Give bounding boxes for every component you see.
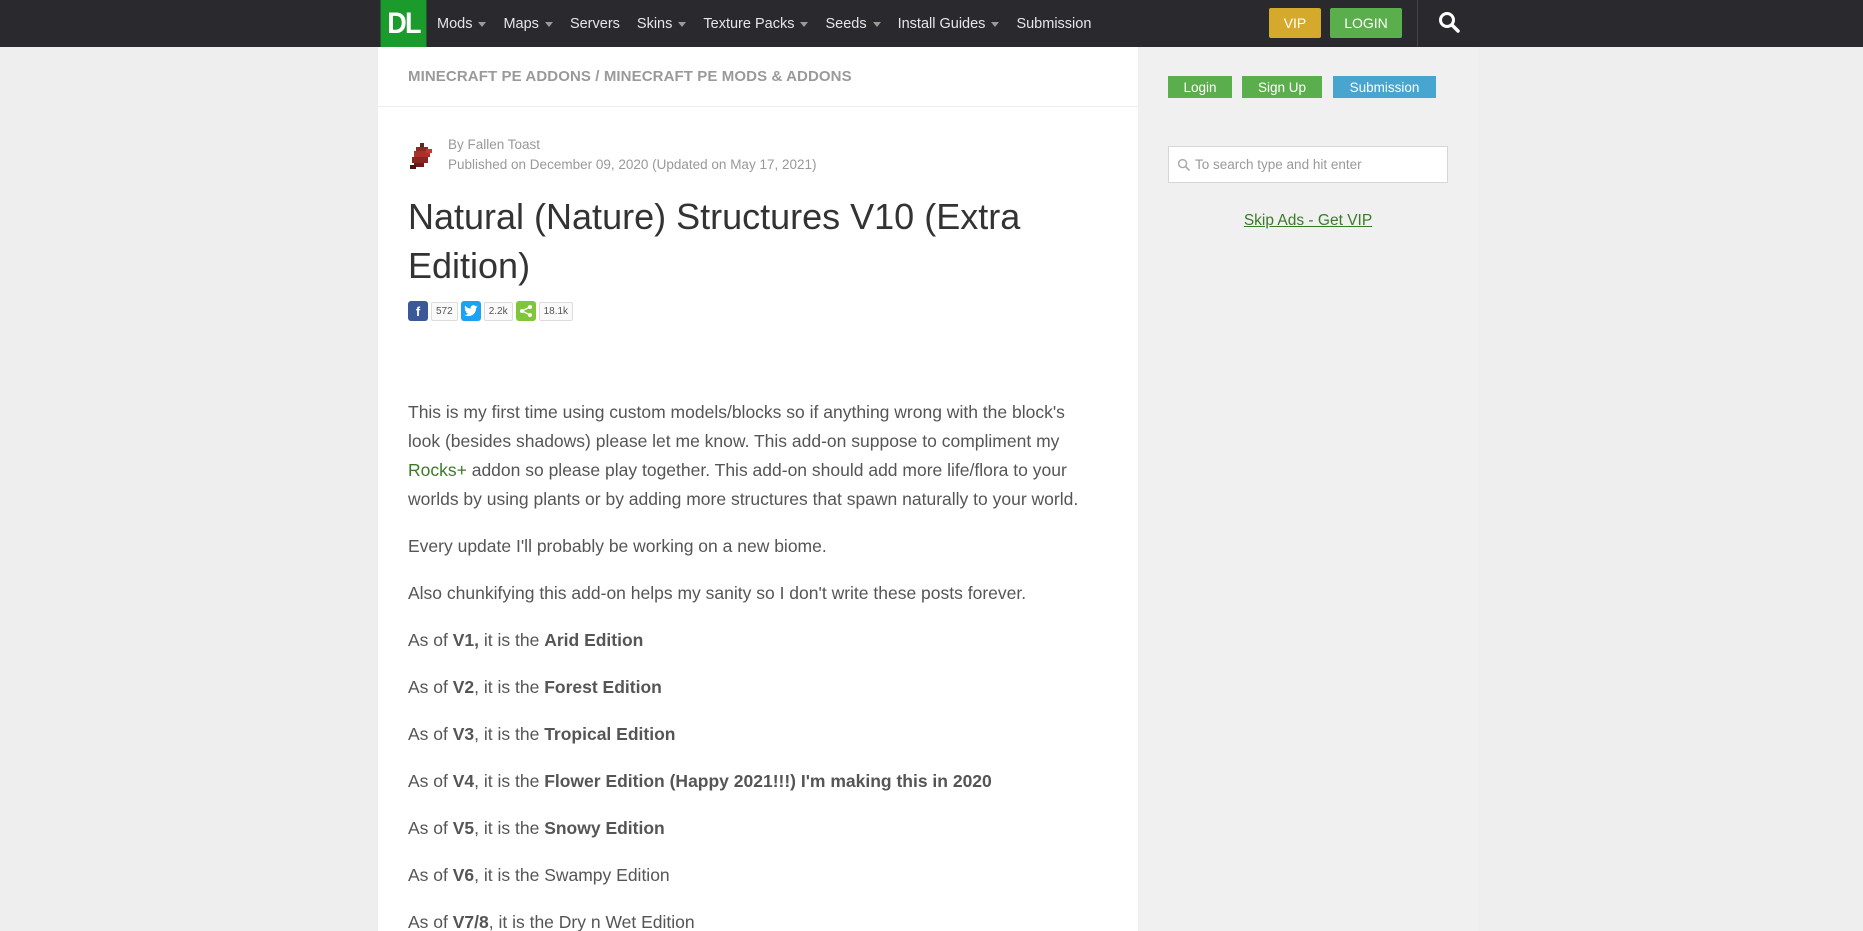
paragraph: This is my first time using custom model… [408, 398, 1098, 514]
version-line: As of V5, it is the Snowy Edition [408, 814, 1098, 843]
nav-item-install-guides[interactable]: Install Guides [898, 16, 1000, 32]
publish-date: Published on December 09, 2020 (Updated … [448, 157, 817, 172]
version-mid: it is the [479, 630, 545, 650]
skip-ads-link[interactable]: Skip Ads - Get VIP [1168, 212, 1448, 230]
nav-item-submission[interactable]: Submission [1016, 16, 1091, 32]
login-button[interactable]: LOGIN [1330, 8, 1402, 38]
nav-item-label: Servers [569, 15, 620, 32]
version-line: As of V1, it is the Arid Edition [408, 626, 1098, 655]
version-prefix: As of [408, 865, 453, 885]
nav-item-skins[interactable]: Skins [636, 15, 687, 32]
share-bar: f 572 2.2k 18.1k [408, 301, 576, 321]
author-text: By Fallen Toast Published on December 09… [448, 135, 817, 175]
edition-name: Flower Edition (Happy 2021!!!) I'm makin… [544, 771, 992, 791]
author-name[interactable]: By Fallen Toast [448, 135, 817, 155]
edition-name: Dry n Wet Edition [558, 912, 695, 931]
twitter-share-count: 2.2k [483, 301, 513, 321]
sidebar-signup-button[interactable]: Sign Up [1242, 76, 1322, 98]
sidebar-submission-button[interactable]: Submission [1333, 76, 1436, 98]
paragraph-text: This is my first time using custom model… [408, 402, 1065, 451]
top-navbar: DL Mods Maps Servers Skins Texture Packs… [0, 0, 1863, 47]
version-mid: , it is the [474, 818, 545, 838]
nav-item-label: Seeds [825, 15, 867, 32]
breadcrumb-bar: MINECRAFT PE ADDONS / MINECRAFT PE MODS … [378, 47, 1138, 107]
paragraph: Also chunkifying this add-on helps my sa… [408, 583, 1027, 603]
version-mid: , it is the [474, 724, 545, 744]
nav-item-label: Maps [503, 15, 539, 32]
paragraph: Every update I'll probably be working on… [408, 536, 827, 556]
nav-item-texture-packs[interactable]: Texture Packs [703, 15, 809, 32]
avatar[interactable] [408, 139, 438, 175]
author-info: By Fallen Toast Published on December 09… [408, 135, 817, 175]
version-line: As of V7/8, it is the Dry n Wet Edition [408, 908, 1098, 931]
version-prefix: As of [408, 771, 453, 791]
article-body: This is my first time using custom model… [408, 398, 1098, 931]
sidebar: Login Sign Up Submission Skip Ads - Get … [1138, 47, 1478, 931]
version-number: V4 [452, 771, 475, 791]
edition-name: Arid Edition [544, 630, 644, 650]
version-number: V1, [452, 630, 480, 650]
edition-name: Swampy Edition [544, 865, 670, 885]
version-line: As of V2, it is the Forest Edition [408, 673, 1098, 702]
nav-item-maps[interactable]: Maps [503, 15, 553, 32]
nav-item-mods[interactable]: Mods [437, 15, 487, 32]
version-line: As of V4, it is the Flower Edition (Happ… [408, 767, 1098, 796]
version-prefix: As of [408, 724, 453, 744]
chevron-down-icon [872, 22, 881, 27]
version-number: V5 [452, 818, 475, 838]
search-icon [1177, 158, 1190, 171]
site-logo[interactable]: DL [380, 0, 427, 47]
rocks-addon-link[interactable]: Rocks+ [408, 460, 467, 480]
version-mid: , it is the [474, 865, 545, 885]
version-prefix: As of [408, 818, 453, 838]
version-prefix: As of [408, 677, 453, 697]
breadcrumb[interactable]: MINECRAFT PE ADDONS / MINECRAFT PE MODS … [408, 68, 852, 85]
twitter-icon[interactable] [460, 301, 481, 321]
nav-item-label: Install Guides [897, 15, 986, 32]
nav-item-label: Skins [636, 15, 673, 32]
edition-name: Snowy Edition [544, 818, 665, 838]
version-number: V6 [452, 865, 475, 885]
nav-item-label: Submission [1016, 15, 1092, 32]
chevron-down-icon [544, 22, 553, 27]
version-mid: , it is the [474, 771, 545, 791]
search-icon[interactable] [1437, 10, 1461, 34]
version-mid: , it is the [488, 912, 559, 931]
main-nav: DL Mods Maps Servers Skins Texture Packs… [378, 0, 1108, 47]
nav-menu: Mods Maps Servers Skins Texture Packs Se… [437, 0, 1108, 47]
version-number: V7/8 [452, 912, 489, 931]
nav-item-label: Texture Packs [703, 15, 795, 32]
edition-name: Forest Edition [544, 677, 662, 697]
sidebar-search [1168, 146, 1448, 183]
paragraph-text: addon so please play together. This add-… [408, 460, 1079, 509]
share-count: 18.1k [538, 301, 574, 321]
chevron-down-icon [991, 22, 1000, 27]
facebook-icon[interactable]: f [408, 301, 428, 321]
nav-divider [1417, 0, 1418, 47]
share-icon[interactable] [515, 301, 536, 321]
search-input[interactable] [1195, 157, 1435, 172]
version-line: As of V6, it is the Swampy Edition [408, 861, 1098, 890]
version-mid: , it is the [474, 677, 545, 697]
article: MINECRAFT PE ADDONS / MINECRAFT PE MODS … [378, 47, 1138, 931]
version-prefix: As of [408, 630, 453, 650]
nav-item-label: Mods [437, 15, 473, 32]
chevron-down-icon [800, 22, 809, 27]
facebook-share-count: 572 [431, 301, 458, 321]
version-line: As of V3, it is the Tropical Edition [408, 720, 1098, 749]
nav-item-servers[interactable]: Servers [570, 16, 620, 32]
sidebar-login-button[interactable]: Login [1168, 76, 1232, 98]
edition-name: Tropical Edition [544, 724, 676, 744]
version-number: V3 [452, 724, 475, 744]
nav-item-seeds[interactable]: Seeds [825, 15, 881, 32]
page-title: Natural (Nature) Structures V10 (Extra E… [408, 196, 1021, 286]
version-prefix: As of [408, 912, 453, 931]
chevron-down-icon [678, 22, 687, 27]
vip-button[interactable]: VIP [1269, 8, 1321, 38]
version-number: V2 [452, 677, 475, 697]
chevron-down-icon [478, 22, 487, 27]
